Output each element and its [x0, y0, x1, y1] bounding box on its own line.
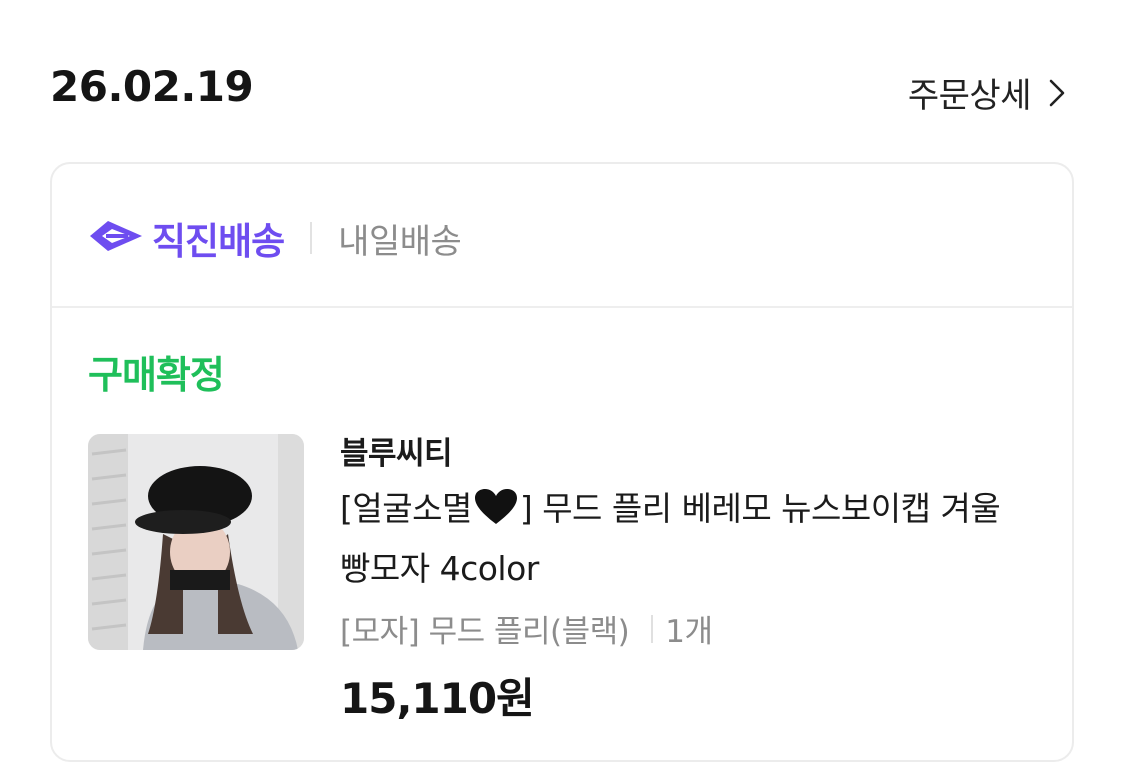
- order-header: 26.02.19 주문상세: [50, 60, 1065, 120]
- option-divider: [651, 614, 654, 643]
- order-detail-label: 주문상세: [907, 76, 1032, 116]
- store-name[interactable]: 블루씨티: [340, 432, 1040, 476]
- product-quantity: 1개: [665, 614, 713, 650]
- black-heart-icon: [474, 488, 518, 542]
- order-date: 26.02.19: [50, 62, 254, 111]
- order-card: 직진배송 내일배송 구매확정 블루씨티 [얼굴소멸] 무드 플리 베레모 뉴스…: [50, 162, 1074, 762]
- zigzin-arrow-icon: [88, 218, 144, 258]
- product-info[interactable]: 블루씨티 [얼굴소멸] 무드 플리 베레모 뉴스보이캡 겨울 빵모자 4colo…: [340, 432, 1040, 726]
- chevron-right-icon: [1049, 79, 1065, 107]
- product-option-row: [모자] 무드 플리(블랙) 1개: [340, 606, 1040, 651]
- zigzin-delivery-badge: 직진배송: [88, 211, 285, 265]
- product-title[interactable]: [얼굴소멸] 무드 플리 베레모 뉴스보이캡 겨울 빵모자 4color: [340, 482, 1040, 596]
- product-title-prefix: [얼굴소멸: [340, 489, 472, 528]
- delivery-brand: 직진배송: [152, 220, 285, 263]
- delivery-info: 직진배송 내일배송: [88, 211, 462, 265]
- product-option: [모자] 무드 플리(블랙): [340, 614, 630, 650]
- delivery-divider: [310, 222, 313, 254]
- order-detail-link[interactable]: 주문상세: [908, 68, 1065, 117]
- delivery-type: 내일배송: [338, 221, 462, 262]
- order-status: 구매확정: [88, 353, 225, 397]
- product-thumbnail[interactable]: [88, 434, 304, 650]
- card-divider: [52, 306, 1072, 308]
- product-price: 15,110원: [340, 674, 535, 723]
